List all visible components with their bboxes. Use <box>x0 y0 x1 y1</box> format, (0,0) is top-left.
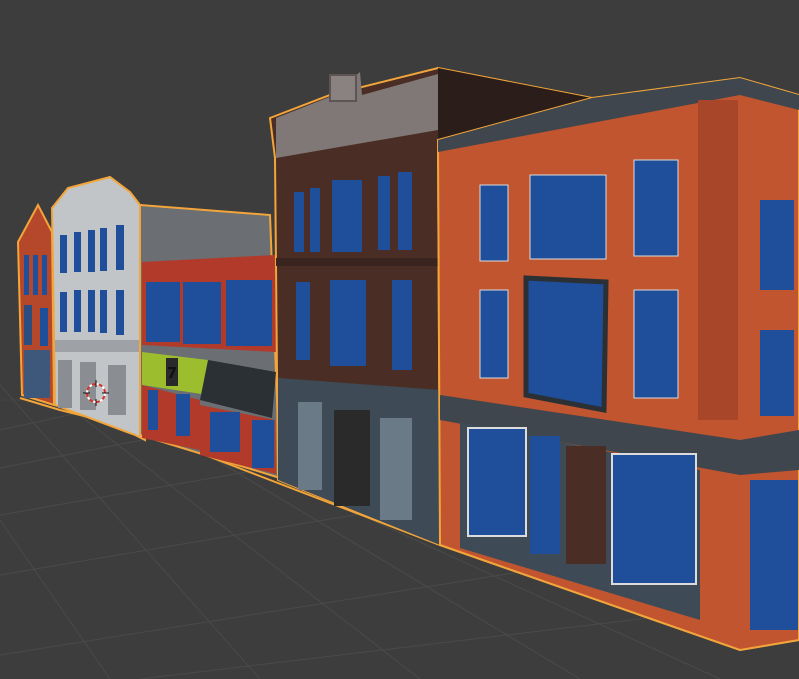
shop-sign-text: 7 <box>167 364 177 382</box>
red-gothic-building[interactable] <box>16 202 56 407</box>
3d-viewport[interactable]: 7 <box>0 0 799 679</box>
viewport-canvas[interactable]: 7 <box>0 0 799 679</box>
red-storefront-building[interactable]: 7 <box>139 203 282 480</box>
orange-brick-corner-building[interactable] <box>436 76 799 652</box>
grey-stone-building[interactable] <box>50 175 147 442</box>
